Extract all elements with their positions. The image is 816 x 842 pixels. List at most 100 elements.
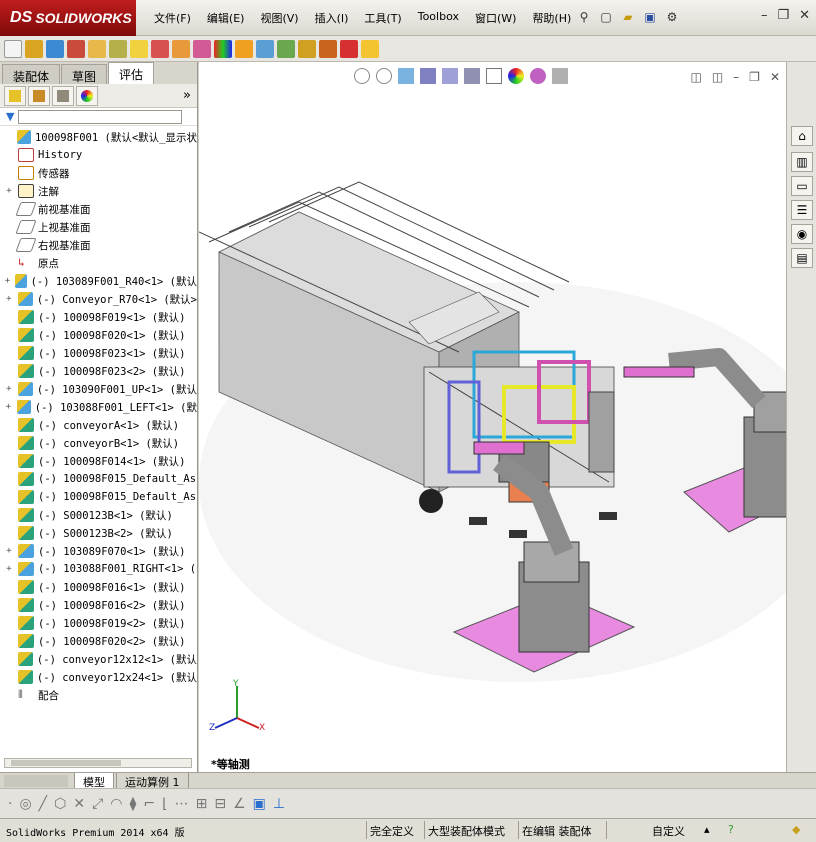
tab-navigation-arrows[interactable] — [4, 775, 68, 787]
viewport-restore-icon[interactable]: ❐ — [749, 70, 760, 84]
filter-input[interactable] — [18, 109, 183, 124]
check-icon[interactable] — [277, 39, 295, 58]
menu-help[interactable]: 帮助(H) — [524, 10, 579, 26]
menu-window[interactable]: 窗口(W) — [467, 10, 524, 26]
pattern-icon[interactable]: ⊞ — [196, 796, 208, 812]
solidworks-resources-icon[interactable]: ⌂ — [791, 126, 813, 146]
interference-icon[interactable] — [193, 39, 211, 58]
tree-item[interactable]: + (-) 103088F001_LEFT<1> (默 — [0, 398, 197, 416]
menu-file[interactable]: 文件(F) — [146, 10, 199, 26]
offset-icon[interactable]: ◠ — [110, 796, 122, 812]
tab-evaluate[interactable]: 评估 — [108, 62, 155, 84]
previous-view-icon[interactable] — [398, 68, 414, 84]
sim-xpress-icon[interactable] — [298, 39, 316, 58]
tree-item[interactable]: (-) 100098F016<1> (默认) — [0, 578, 197, 596]
insert-component-icon[interactable] — [46, 39, 64, 58]
tree-item[interactable]: (-) 100098F023<2> (默认) — [0, 362, 197, 380]
zoom-to-fit-icon[interactable] — [354, 68, 370, 84]
sensor-icon[interactable] — [151, 39, 169, 58]
costing-icon[interactable] — [319, 39, 337, 58]
grid-icon[interactable]: ⊟ — [214, 796, 226, 812]
hide-show-items-icon[interactable] — [486, 68, 502, 84]
trim-icon[interactable]: ✕ — [73, 796, 85, 812]
file-explorer-icon[interactable]: ▭ — [791, 176, 813, 196]
tree-item[interactable]: ⦀ 配合 — [0, 686, 197, 704]
angle-icon[interactable]: ∠ — [233, 796, 246, 812]
tree-item[interactable]: (-) conveyorA<1> (默认) — [0, 416, 197, 434]
configuration-manager-icon[interactable] — [52, 85, 74, 106]
mirror-icon[interactable]: ⧫ — [130, 796, 137, 812]
select-arrow-icon[interactable] — [4, 39, 22, 58]
units-dropdown-icon[interactable]: ▴ — [704, 823, 710, 836]
viewport-minimize-icon[interactable]: – — [733, 70, 739, 84]
tab-motion-study[interactable]: 运动算例 1 — [116, 773, 189, 789]
polygon-icon[interactable]: ⬡ — [54, 796, 66, 812]
tree-item[interactable]: (-) 100098F020<2> (默认) — [0, 632, 197, 650]
tree-item[interactable]: + (-) 103088F001_RIGHT<1> ( — [0, 560, 197, 578]
save-icon[interactable]: ▣ — [641, 8, 659, 26]
statistics-icon[interactable] — [172, 39, 190, 58]
expand-toggle-icon[interactable]: + — [4, 402, 13, 412]
tree-item[interactable]: + (-) 103090F001_UP<1> (默认 — [0, 380, 197, 398]
circle-icon[interactable]: ◎ — [19, 796, 31, 812]
tree-item[interactable]: (-) 100098F019<1> (默认) — [0, 308, 197, 326]
tree-item[interactable]: ↳ 原点 — [0, 254, 197, 272]
view-palette-icon[interactable]: ☰ — [791, 200, 813, 220]
expand-toggle-icon[interactable]: + — [4, 294, 14, 304]
point-icon[interactable]: · — [8, 796, 12, 812]
help-icon[interactable]: ? — [728, 823, 734, 836]
feature-manager-icon[interactable] — [4, 85, 26, 106]
edit-appearance-icon[interactable] — [508, 68, 524, 84]
solidworks-logo[interactable]: DS SOLIDWORKS — [0, 0, 136, 36]
pin-icon[interactable]: ⚲ — [575, 8, 593, 26]
tree-item[interactable]: History — [0, 146, 197, 164]
view-settings-icon[interactable] — [552, 68, 568, 84]
tree-item[interactable]: (-) conveyorB<1> (默认) — [0, 434, 197, 452]
viewport-close-icon[interactable]: ✕ — [770, 70, 780, 84]
tree-item[interactable]: 上视基准面 — [0, 218, 197, 236]
normal-to-icon[interactable]: ⊥ — [273, 796, 285, 812]
menu-insert[interactable]: 插入(I) — [307, 10, 357, 26]
mate-icon[interactable] — [67, 39, 85, 58]
clearance-icon[interactable] — [214, 39, 232, 58]
mass-properties-icon[interactable] — [109, 39, 127, 58]
design-checker-icon[interactable] — [361, 39, 379, 58]
display-manager-icon[interactable] — [76, 85, 98, 106]
tree-item[interactable]: (-) 100098F015_Default_As — [0, 488, 197, 506]
expand-toggle-icon[interactable]: + — [4, 186, 14, 196]
minimize-icon[interactable]: – — [761, 8, 768, 23]
tree-item[interactable]: (-) 100098F016<2> (默认) — [0, 596, 197, 614]
appearances-icon[interactable]: ◉ — [791, 224, 813, 244]
view-orientation-icon[interactable] — [442, 68, 458, 84]
tree-item[interactable]: 右视基准面 — [0, 236, 197, 254]
sustainability-icon[interactable] — [340, 39, 358, 58]
options-gear-icon[interactable]: ⚙ — [663, 8, 681, 26]
new-document-icon[interactable]: ▢ — [597, 8, 615, 26]
tree-item[interactable]: 传感器 — [0, 164, 197, 182]
zoom-to-area-icon[interactable] — [376, 68, 392, 84]
tree-item[interactable]: (-) 100098F015_Default_As — [0, 470, 197, 488]
tree-item[interactable]: (-) conveyor12x24<1> (默认 — [0, 668, 197, 686]
section-properties-icon[interactable] — [130, 39, 148, 58]
property-manager-icon[interactable] — [28, 85, 50, 106]
display-style-icon[interactable] — [464, 68, 480, 84]
tree-root-item[interactable]: 100098F001 (默认<默认_显示状 — [0, 128, 197, 146]
curvature-icon[interactable] — [235, 39, 253, 58]
expand-toggle-icon[interactable]: + — [4, 276, 11, 286]
line-icon[interactable]: ╱ — [39, 796, 47, 812]
tree-item[interactable]: (-) 100098F014<1> (默认) — [0, 452, 197, 470]
fillet-icon[interactable]: ⌐ — [143, 796, 155, 812]
rebuild-icon[interactable]: ◆ — [792, 823, 800, 836]
chamfer-icon[interactable]: ⌊ — [162, 796, 167, 812]
tree-item[interactable]: (-) 100098F020<1> (默认) — [0, 326, 197, 344]
open-folder-icon[interactable]: ▰ — [619, 8, 637, 26]
tree-item[interactable]: + (-) Conveyor_R70<1> (默认> — [0, 290, 197, 308]
design-library-icon[interactable]: ▥ — [791, 152, 813, 172]
tree-item[interactable]: + (-) 103089F070<1> (默认) — [0, 542, 197, 560]
measure-icon[interactable] — [88, 39, 106, 58]
tree-item[interactable]: + (-) 103089F001_R40<1> (默认 — [0, 272, 197, 290]
expand-toggle-icon[interactable]: + — [4, 384, 14, 394]
tab-sketch[interactable]: 草图 — [61, 64, 108, 84]
tree-item[interactable]: (-) S000123B<1> (默认) — [0, 506, 197, 524]
construction-icon[interactable]: ⋯ — [175, 796, 189, 812]
